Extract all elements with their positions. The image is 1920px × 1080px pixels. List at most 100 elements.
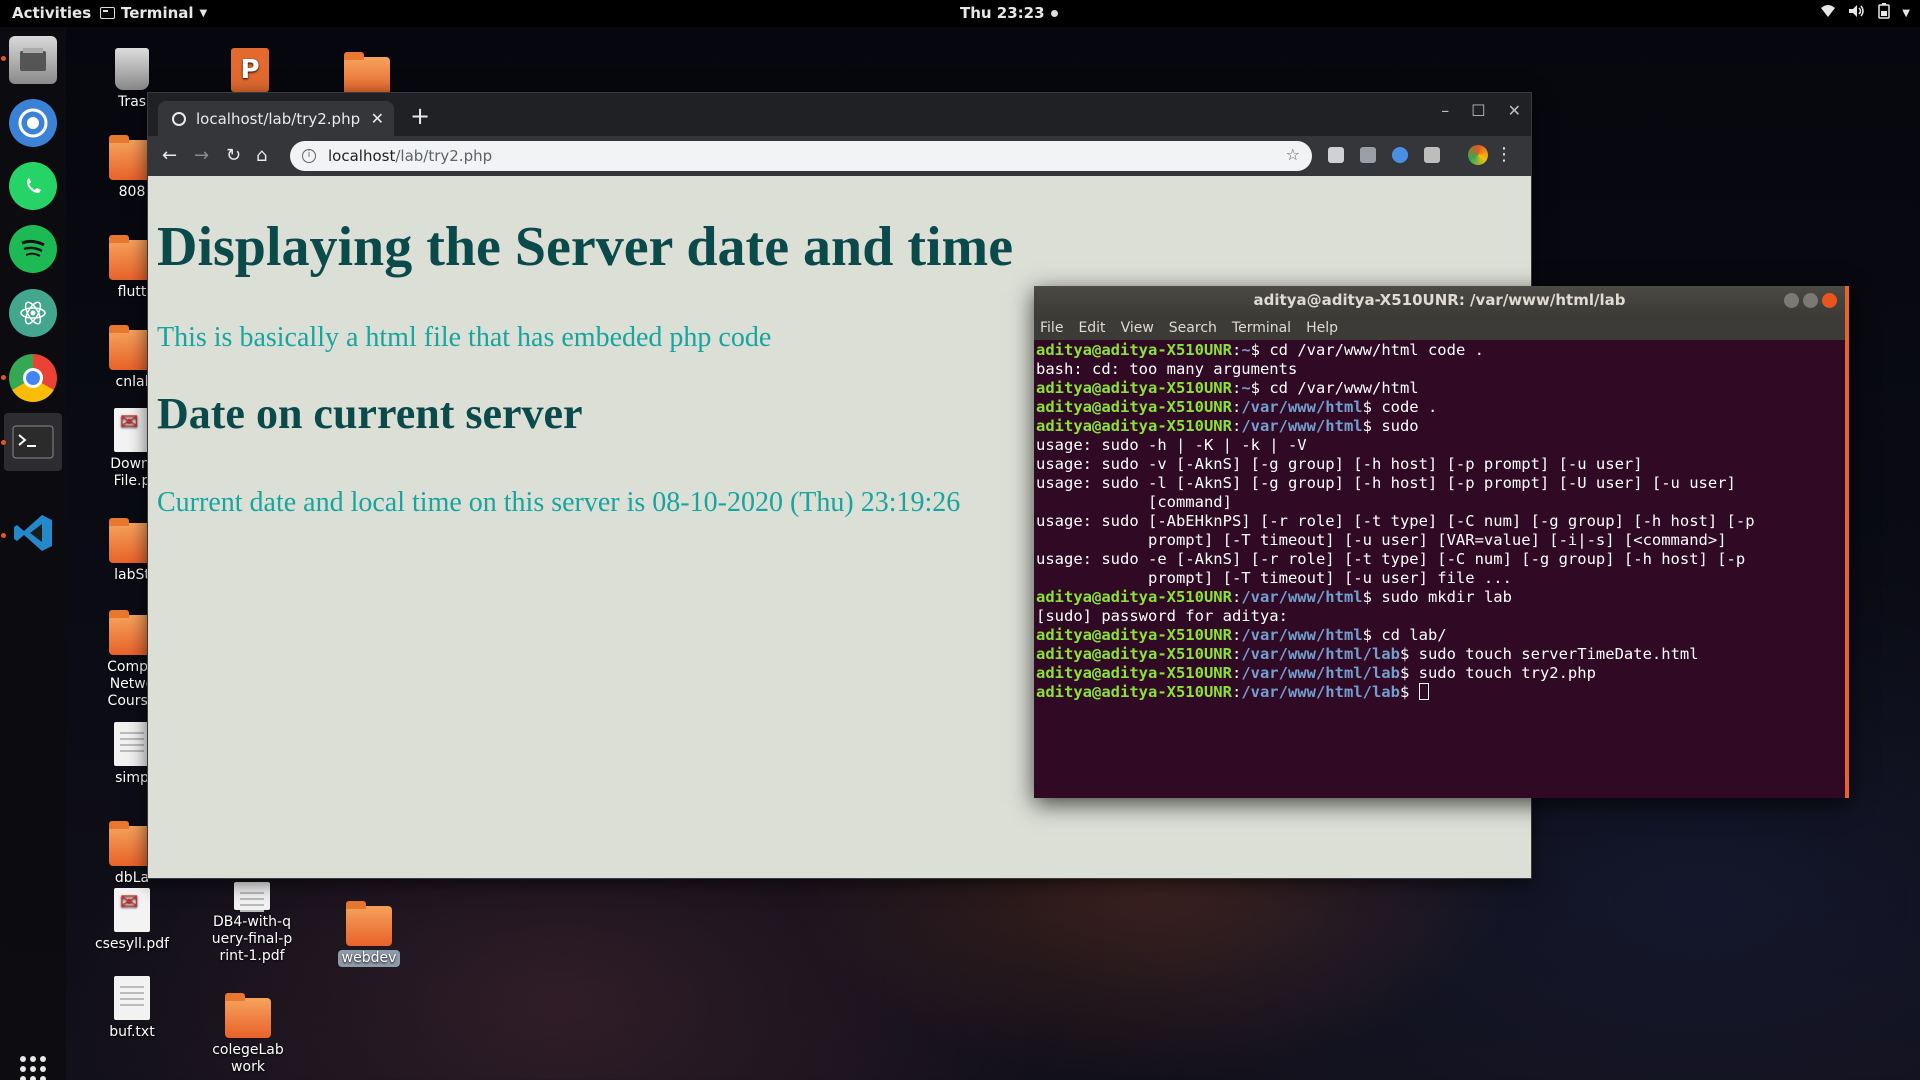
output-text: usage: sudo -v [-AknS] [-g group] [-h ho… bbox=[1036, 455, 1643, 473]
terminal-icon bbox=[100, 7, 115, 19]
home-icon[interactable]: ⌂ bbox=[256, 145, 267, 166]
close-icon[interactable]: ✕ bbox=[1508, 101, 1521, 120]
prompt-path: /var/www/html bbox=[1241, 626, 1363, 644]
output-text: usage: sudo -e [-AknS] [-r role] [-t typ… bbox=[1036, 550, 1746, 568]
desktop-icon-label: dbLa bbox=[114, 870, 150, 886]
back-icon[interactable]: ← bbox=[162, 145, 177, 166]
more-menu-icon[interactable]: ⋮ bbox=[1495, 144, 1513, 165]
terminal-line: usage: sudo -e [-AknS] [-r role] [-t typ… bbox=[1036, 550, 1845, 569]
command-text: sudo touch serverTimeDate.html bbox=[1409, 645, 1699, 663]
terminal-line: aditya@aditya-X510UNR:/var/www/html$ cod… bbox=[1036, 398, 1845, 417]
output-text: usage: sudo [-AbEHknPS] [-r role] [-t ty… bbox=[1036, 512, 1755, 530]
terminal-window: aditya@aditya-X510UNR: /var/www/html/lab… bbox=[1034, 286, 1849, 798]
desktop-icon-webdev[interactable]: webdev bbox=[321, 901, 417, 967]
desktop-icon-colegelab[interactable]: colegeLab work bbox=[200, 993, 296, 1076]
activities-button[interactable]: Activities bbox=[12, 4, 91, 22]
running-indicator-icon bbox=[1, 440, 6, 445]
minimize-icon[interactable]: – bbox=[1441, 101, 1449, 120]
prompt-colon: : bbox=[1231, 588, 1242, 606]
desktop-icon-label: csesyll.pdf bbox=[94, 936, 170, 952]
command-text: sudo bbox=[1371, 417, 1419, 435]
chrome-icon[interactable] bbox=[9, 354, 57, 402]
address-bar[interactable]: i localhost/lab/try2.php ☆ bbox=[290, 141, 1312, 171]
prompt-symbol: $ bbox=[1399, 645, 1410, 663]
prompt-user: aditya@aditya-X510UNR bbox=[1036, 588, 1232, 606]
desktop-icon-db4-pdf[interactable]: DB4-with-query-final-print-1.pdf bbox=[204, 882, 300, 965]
maximize-icon[interactable]: ☐ bbox=[1471, 101, 1485, 120]
window-controls: – ☐ ✕ bbox=[1441, 101, 1521, 120]
terminal-line: aditya@aditya-X510UNR:~$ cd /var/www/htm… bbox=[1036, 379, 1845, 398]
desktop-icon-csesyll[interactable]: csesyll.pdf bbox=[84, 888, 180, 953]
menu-help[interactable]: Help bbox=[1306, 320, 1338, 336]
prompt-symbol: $ bbox=[1399, 664, 1410, 682]
vscode-icon[interactable] bbox=[9, 509, 57, 557]
output-text: usage: sudo -h | -K | -k | -V bbox=[1036, 436, 1307, 454]
command-text: sudo mkdir lab bbox=[1371, 588, 1512, 606]
app-grid-icon[interactable] bbox=[9, 1045, 57, 1080]
output-text: [command] bbox=[1036, 493, 1232, 511]
menu-file[interactable]: File bbox=[1040, 320, 1063, 336]
spotify-icon[interactable] bbox=[9, 225, 57, 273]
browser-toolbar: ← → ↻ ⌂ i localhost/lab/try2.php ☆ ⋮ bbox=[148, 136, 1531, 176]
new-tab-button[interactable]: + bbox=[410, 102, 430, 130]
reload-icon[interactable]: ↻ bbox=[226, 145, 241, 166]
prompt-symbol: $ bbox=[1362, 626, 1372, 644]
terminal-title: aditya@aditya-X510UNR: /var/www/html/lab bbox=[1253, 291, 1626, 309]
close-icon[interactable] bbox=[1822, 293, 1837, 308]
chromium-icon[interactable] bbox=[9, 99, 57, 147]
extension-k-icon[interactable] bbox=[1360, 147, 1376, 163]
terminal-line: [command] bbox=[1036, 493, 1845, 512]
menu-edit[interactable]: Edit bbox=[1078, 320, 1105, 336]
terminal-titlebar[interactable]: aditya@aditya-X510UNR: /var/www/html/lab bbox=[1034, 286, 1845, 315]
prompt-colon: : bbox=[1231, 398, 1242, 416]
prompt-path: /var/www/html bbox=[1241, 417, 1363, 435]
menu-terminal[interactable]: Terminal bbox=[1232, 320, 1291, 336]
forward-icon[interactable]: → bbox=[194, 145, 209, 166]
globe-icon bbox=[172, 111, 186, 126]
desktop-icon-presentation[interactable]: P bbox=[202, 48, 298, 96]
site-info-icon[interactable]: i bbox=[302, 149, 316, 163]
prompt-user: aditya@aditya-X510UNR bbox=[1036, 626, 1232, 644]
files-icon[interactable] bbox=[9, 36, 57, 84]
text-file-icon bbox=[114, 976, 150, 1020]
atom-icon[interactable] bbox=[9, 289, 57, 337]
extension-shield-icon[interactable] bbox=[1392, 147, 1408, 163]
wifi-icon bbox=[1820, 4, 1836, 22]
pdf-file-icon bbox=[114, 408, 150, 452]
app-menu[interactable]: Terminal ▼ bbox=[100, 4, 207, 22]
minimize-icon[interactable] bbox=[1784, 293, 1799, 308]
prompt-path: /var/www/html/lab bbox=[1241, 645, 1400, 663]
terminal-output[interactable]: aditya@aditya-X510UNR:~$ cd /var/www/htm… bbox=[1036, 341, 1845, 798]
system-tray[interactable]: ▼ bbox=[1820, 3, 1910, 23]
command-text bbox=[1409, 683, 1418, 701]
extension-doc-icon[interactable] bbox=[1328, 147, 1344, 163]
browser-tab[interactable]: localhost/lab/try2.php ✕ bbox=[158, 101, 394, 136]
menu-view[interactable]: View bbox=[1121, 320, 1154, 336]
terminal-line: aditya@aditya-X510UNR:~$ cd /var/www/htm… bbox=[1036, 341, 1845, 360]
prompt-user: aditya@aditya-X510UNR bbox=[1036, 645, 1232, 663]
output-text: prompt] [-T timeout] [-u user] file ... bbox=[1036, 569, 1512, 587]
menu-search[interactable]: Search bbox=[1169, 320, 1217, 336]
whatsapp-icon[interactable] bbox=[9, 162, 57, 210]
prompt-colon: : bbox=[1231, 645, 1242, 663]
close-tab-icon[interactable]: ✕ bbox=[371, 109, 384, 128]
text-cursor bbox=[1418, 683, 1429, 700]
bookmark-star-icon[interactable]: ☆ bbox=[1286, 145, 1300, 164]
clock[interactable]: Thu 23:23 bbox=[960, 4, 1058, 22]
desktop-icon-label: Tras bbox=[117, 94, 147, 110]
terminal-line: aditya@aditya-X510UNR:/var/www/html/lab$ bbox=[1036, 683, 1845, 702]
chevron-down-icon: ▼ bbox=[1902, 7, 1910, 19]
extension-lock-icon[interactable] bbox=[1424, 147, 1440, 163]
chevron-down-icon: ▼ bbox=[199, 7, 208, 19]
text-file-icon bbox=[114, 722, 150, 766]
folder-icon bbox=[346, 901, 392, 946]
maximize-icon[interactable] bbox=[1803, 293, 1818, 308]
profile-avatar-icon[interactable] bbox=[1468, 145, 1488, 165]
desktop-icon-buf[interactable]: buf.txt bbox=[84, 976, 180, 1041]
terminal-dock-icon[interactable] bbox=[4, 413, 62, 471]
prompt-user: aditya@aditya-X510UNR bbox=[1036, 664, 1232, 682]
tab-title: localhost/lab/try2.php bbox=[196, 109, 361, 128]
terminal-line: aditya@aditya-X510UNR:/var/www/html/lab$… bbox=[1036, 664, 1845, 683]
desktop-icon-label: simp bbox=[115, 770, 149, 786]
output-text: bash: cd: too many arguments bbox=[1036, 360, 1298, 378]
